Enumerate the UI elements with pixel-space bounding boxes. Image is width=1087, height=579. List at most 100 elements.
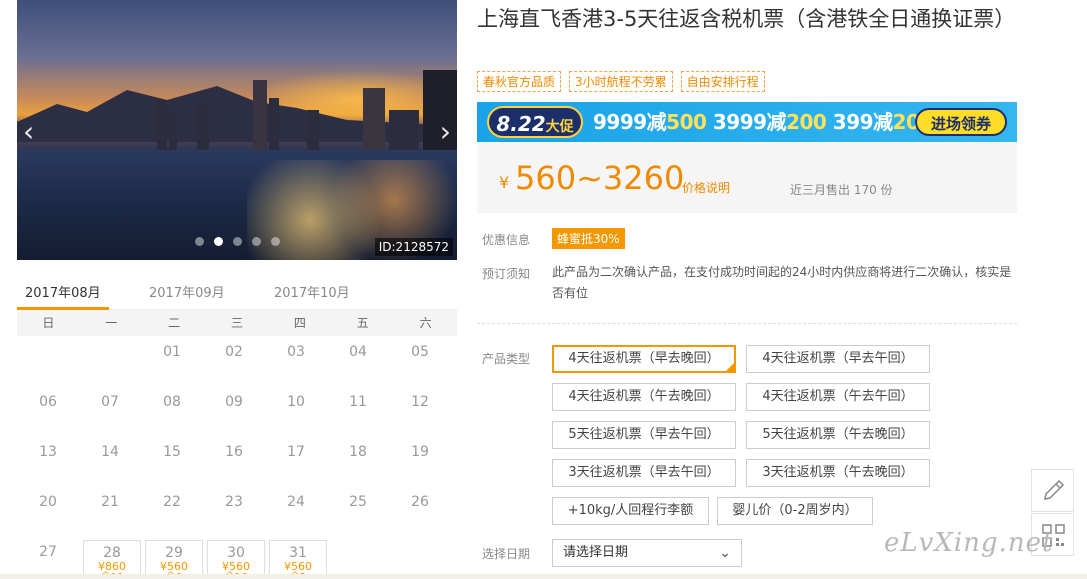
calendar-day: 20: [17, 486, 79, 536]
calendar-day-number: 08: [163, 394, 181, 410]
product-type-option[interactable]: 婴儿价（0-2周岁内）: [717, 497, 873, 525]
product-title: 上海直飞香港3-5天往返含税机票（含港铁全日通换证票）: [477, 7, 1016, 31]
chevron-right-icon[interactable]: ›: [440, 118, 451, 146]
banner-sale-date: 8.22: [496, 112, 546, 136]
product-type-option[interactable]: 5天往返机票（早去午回）: [552, 421, 736, 449]
price-explain-link[interactable]: 价格说明: [682, 179, 730, 196]
calendar-day: 11: [327, 386, 389, 436]
promo-banner[interactable]: 8.22大促 9999减500 3999减200 399减20 进场领券: [477, 102, 1017, 142]
site-watermark: eLvXing.net: [884, 528, 1054, 558]
calendar-day: 01: [141, 336, 203, 386]
currency-symbol: ¥: [499, 173, 510, 192]
price-range: 560~3260: [515, 159, 685, 197]
date-select-placeholder: 请选择日期: [563, 545, 629, 560]
weekday-label: 日: [42, 316, 55, 330]
product-type-option[interactable]: 3天往返机票（午去晚回）: [746, 459, 930, 487]
sales-count: 近三月售出 170 份: [790, 183, 893, 197]
calendar-day-number: 15: [163, 444, 181, 460]
calendar-day-number: 01: [163, 344, 181, 360]
calendar-day: 13: [17, 436, 79, 486]
product-tags: 春秋官方品质 3小时航程不劳累 自由安排行程: [477, 71, 765, 92]
calendar-day: 26: [389, 486, 451, 536]
calendar-day-number: 07: [101, 394, 119, 410]
tab-month-aug[interactable]: 2017年08月: [17, 282, 109, 310]
calendar-day: 22: [141, 486, 203, 536]
calendar-day: 16: [203, 436, 265, 486]
product-type-option[interactable]: 5天往返机票（午去晚回）: [746, 421, 930, 449]
calendar-day-number: 05: [411, 344, 429, 360]
price-box: ¥ 560~3260 价格说明 近三月售出 170 份: [477, 143, 1017, 213]
calendar-day: 19: [389, 436, 451, 486]
carousel-dot[interactable]: [271, 237, 280, 246]
bottom-bar: [0, 574, 1087, 579]
date-select-label: 选择日期: [482, 547, 531, 561]
calendar-day: 21: [79, 486, 141, 536]
carousel-dots: [195, 237, 280, 246]
calendar-day-number: 04: [349, 344, 367, 360]
calendar-day: 02: [203, 336, 265, 386]
calendar-day: 17: [265, 436, 327, 486]
weekday-label: 五: [356, 316, 369, 330]
banner-offers: 9999减500 3999减200 399减20: [593, 107, 920, 137]
calendar-day: 08: [141, 386, 203, 436]
calendar-day-number: 23: [225, 494, 243, 510]
tab-month-oct[interactable]: 2017年10月: [266, 282, 358, 310]
banner-offer: 399减20: [832, 110, 920, 134]
calendar-day: 12: [389, 386, 451, 436]
calendar-day-number: 17: [287, 444, 305, 460]
calendar-day: 24: [265, 486, 327, 536]
month-tabs: 2017年08月 2017年09月 2017年10月: [17, 278, 457, 310]
weekday-label: 四: [293, 316, 306, 330]
calendar-day-number: 02: [225, 344, 243, 360]
product-type-option[interactable]: 4天往返机票（午去午回）: [746, 383, 930, 411]
carousel-dot[interactable]: [195, 237, 204, 246]
weekday-label: 三: [231, 316, 244, 330]
product-tag: 春秋官方品质: [477, 71, 562, 92]
edit-tool-button[interactable]: [1031, 469, 1074, 512]
carousel-dot[interactable]: [233, 237, 242, 246]
calendar-day-number: 31: [289, 545, 307, 561]
calendar-day-number: 21: [101, 494, 119, 510]
chevron-left-icon[interactable]: ‹: [23, 118, 34, 146]
tab-month-sep[interactable]: 2017年09月: [141, 282, 233, 310]
calendar-day: 06: [17, 386, 79, 436]
product-type-option[interactable]: 4天往返机票（早去晚回）: [552, 345, 736, 373]
date-select[interactable]: 请选择日期 ⌄: [552, 539, 742, 567]
calendar-day-number: 06: [39, 394, 57, 410]
calendar-day-number: 20: [39, 494, 57, 510]
promo-label: 优惠信息: [482, 233, 531, 247]
product-type-option[interactable]: 4天往返机票（早去午回）: [746, 345, 930, 373]
calendar-day-number: 19: [411, 444, 429, 460]
product-type-option[interactable]: +10kg/人回程行李额: [552, 497, 709, 525]
promo-badge: 蜂蜜抵30%: [552, 228, 625, 249]
booking-notice-text: 此产品为二次确认产品，在支付成功时间起的24小时内供应商将进行二次确认，核实是否…: [552, 265, 1012, 300]
product-type-label: 产品类型: [482, 352, 531, 366]
calendar-day-number: 14: [101, 444, 119, 460]
calendar-day: 03: [265, 336, 327, 386]
carousel-dot[interactable]: [214, 237, 223, 246]
calendar-day-number: 10: [287, 394, 305, 410]
calendar-day-number: 25: [349, 494, 367, 510]
calendar-day-number: 27: [39, 544, 57, 560]
banner-offer: 3999减200: [712, 110, 827, 134]
calendar-day: 23: [203, 486, 265, 536]
calendar-day-number: 03: [287, 344, 305, 360]
banner-sale-text: 大促: [545, 119, 574, 135]
banner-offer: 9999减500: [593, 110, 707, 134]
carousel-dot[interactable]: [252, 237, 261, 246]
get-coupon-button[interactable]: 进场领券: [915, 108, 1007, 136]
calendar-day-number: 09: [225, 394, 243, 410]
weekday-label: 六: [419, 316, 432, 330]
edit-icon: [1044, 479, 1065, 500]
banner-sale-badge: 8.22大促: [487, 106, 583, 138]
calendar-day: 04: [327, 336, 389, 386]
weekday-label: 一: [105, 316, 118, 330]
product-type-option[interactable]: 4天往返机票（午去晚回）: [552, 383, 736, 411]
calendar-day-number: 11: [349, 394, 367, 410]
product-photo-carousel[interactable]: ‹ › ID:2128572: [17, 0, 457, 260]
calendar-day: 27: [17, 536, 79, 579]
section-divider: [477, 323, 1017, 324]
product-type-option[interactable]: 3天往返机票（早去午回）: [552, 459, 736, 487]
calendar-day: 05: [389, 336, 451, 386]
chevron-down-icon: ⌄: [719, 545, 731, 561]
